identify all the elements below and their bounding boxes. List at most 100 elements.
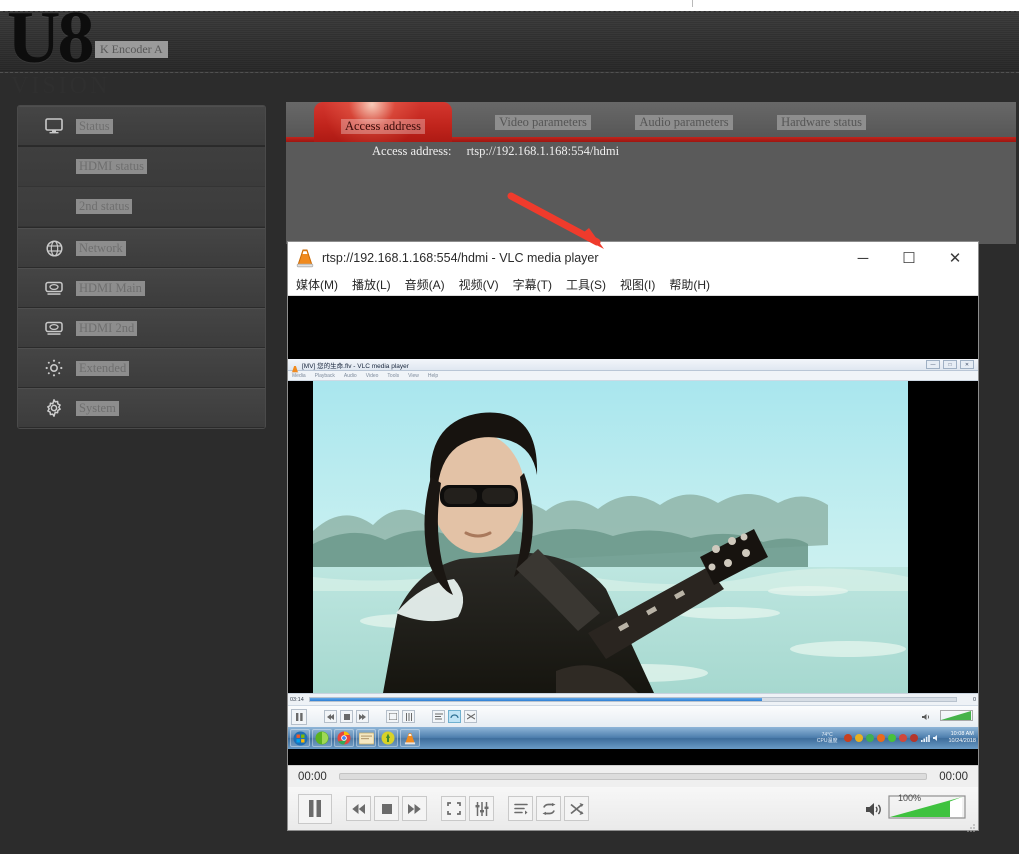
page-top-strip (0, 0, 1019, 11)
vlc-volume-control[interactable]: 100% (866, 793, 966, 824)
explorer-icon (356, 729, 376, 747)
maximize-icon: □ (943, 360, 957, 369)
top-strip-tick (692, 0, 693, 7)
chrome-icon (334, 729, 354, 747)
random-button (464, 710, 477, 723)
nested-vlc-menu-bar: Media Playback Audio Video Tools View He… (288, 371, 978, 381)
tab-access-address[interactable]: Access address (314, 102, 452, 142)
sidebar-nav[interactable]: Status HDMI status 2nd status Network HD… (17, 105, 266, 429)
sidebar-item-system[interactable]: System (18, 388, 265, 428)
tab-label: Audio parameters (635, 114, 733, 130)
sidebar-item-hdmi-main[interactable]: HDMI Main (18, 268, 265, 308)
previous-button (324, 710, 337, 723)
minimize-icon: — (926, 360, 940, 369)
close-icon[interactable]: ✕ (932, 242, 978, 274)
annotation-arrow-icon (507, 192, 604, 249)
menu-item-subtitle[interactable]: 字幕(T) (513, 276, 552, 293)
sidebar-item-status[interactable]: Status (18, 106, 265, 146)
logo-primary: U8 (7, 0, 94, 79)
fullscreen-button (386, 710, 399, 723)
fullscreen-button[interactable] (441, 796, 466, 821)
tab-label: Hardware status (777, 114, 866, 130)
volume-icon[interactable] (866, 802, 882, 822)
tab-strip: Access address Video parameters Audio pa… (286, 102, 1016, 142)
vlc-control-bar[interactable]: 100% (288, 787, 978, 832)
sidebar-item-2nd-status[interactable]: 2nd status (18, 187, 265, 227)
globe-icon (44, 238, 64, 258)
logo-secondary: VISION (11, 73, 111, 99)
nested-menu-item-tools: Tools (387, 372, 400, 379)
tab-hardware-status[interactable]: Hardware status (759, 107, 884, 137)
maximize-icon[interactable]: ☐ (886, 242, 932, 274)
access-address-label: Access address: (372, 144, 452, 158)
nested-time-elapsed: 03:14 (290, 696, 304, 703)
monitor-icon (44, 116, 64, 136)
menu-item-audio[interactable]: 音频(A) (405, 276, 445, 293)
sidebar-subgroup-status: HDMI status 2nd status (18, 146, 265, 228)
sidebar-item-label: Status (76, 118, 113, 134)
sidebar-item-network[interactable]: Network (18, 228, 265, 268)
sidebar-item-label: Network (76, 240, 126, 256)
sidebar-item-label: System (76, 400, 119, 416)
menu-item-media[interactable]: 媒体(M) (296, 276, 338, 293)
minimize-icon[interactable]: ─ (840, 242, 886, 274)
menu-item-video[interactable]: 视频(V) (459, 276, 499, 293)
vlc-cone-icon (400, 729, 420, 747)
previous-button[interactable] (346, 796, 371, 821)
nested-menu-item-view: View (408, 372, 419, 379)
vlc-video-surface[interactable]: [MV] 您的生命.flv - VLC media player — □ ✕ M… (288, 296, 978, 765)
menu-item-playback[interactable]: 播放(L) (352, 276, 391, 293)
resize-grip-icon[interactable] (967, 819, 975, 832)
vlc-cone-icon (296, 248, 314, 268)
taskbar-app-icon (312, 729, 332, 747)
extended-settings-button[interactable] (469, 796, 494, 821)
tray-icon (899, 734, 908, 742)
vlc-progress-track[interactable] (338, 773, 928, 780)
video-frame-image (288, 381, 978, 693)
gear-icon (44, 398, 64, 418)
sidebar-item-label: 2nd status (76, 199, 133, 214)
next-button[interactable] (402, 796, 427, 821)
volume-percent-label: 100% (898, 793, 922, 803)
close-icon: ✕ (960, 360, 974, 369)
nested-window-buttons: — □ ✕ (926, 360, 974, 369)
sidebar-item-label: HDMI 2nd (76, 320, 138, 336)
tray-icon (877, 734, 886, 742)
loop-button[interactable] (536, 796, 561, 821)
vlc-time-total: 00:00 (939, 770, 968, 783)
vlc-seek-bar[interactable]: 00:00 00:00 (288, 765, 978, 787)
nested-menu-item-audio: Audio (343, 372, 357, 379)
sidebar-item-label: Extended (76, 360, 130, 376)
vlc-menu-bar[interactable]: 媒体(M) 播放(L) 音频(A) 视频(V) 字幕(T) 工具(S) 视图(I… (288, 274, 978, 296)
menu-item-help[interactable]: 帮助(H) (669, 276, 710, 293)
sidebar-item-extended[interactable]: Extended (18, 348, 265, 388)
vlc-cone-icon (291, 361, 299, 374)
cpu-temp-label: CPU温度 (816, 738, 838, 744)
sidebar-item-hdmi-2nd[interactable]: HDMI 2nd (18, 308, 265, 348)
play-pause-button[interactable] (298, 793, 332, 824)
vlc-title-bar[interactable]: rtsp://192.168.1.168:554/hdmi - VLC medi… (288, 242, 978, 274)
vlc-media-player-window[interactable]: rtsp://192.168.1.168:554/hdmi - VLC medi… (288, 242, 978, 832)
menu-item-tools[interactable]: 工具(S) (566, 276, 606, 293)
next-button (356, 710, 369, 723)
tab-audio-parameters[interactable]: Audio parameters (619, 107, 749, 137)
tray-icon (855, 734, 864, 742)
nested-seek-bar: 03:14 0 (288, 693, 978, 705)
nested-volume-icon (922, 708, 931, 726)
nested-menu-item-help: Help (427, 372, 439, 379)
nested-menu-item-playback: Playback (314, 372, 335, 379)
clock-date: 10/24/2018 (948, 738, 976, 744)
random-button[interactable] (564, 796, 589, 821)
loop-button (448, 710, 461, 723)
volume-icon (933, 729, 941, 747)
tray-icon (866, 734, 875, 742)
music-video-frame (288, 381, 978, 693)
stop-button (340, 710, 353, 723)
vlc-window-buttons[interactable]: ─ ☐ ✕ (840, 242, 978, 274)
stop-button[interactable] (374, 796, 399, 821)
sidebar-item-hdmi-status[interactable]: HDMI status (18, 147, 265, 187)
taskbar-app-icon (378, 729, 398, 747)
tab-video-parameters[interactable]: Video parameters (478, 107, 608, 137)
menu-item-view[interactable]: 视图(I) (620, 276, 655, 293)
playlist-button[interactable] (508, 796, 533, 821)
